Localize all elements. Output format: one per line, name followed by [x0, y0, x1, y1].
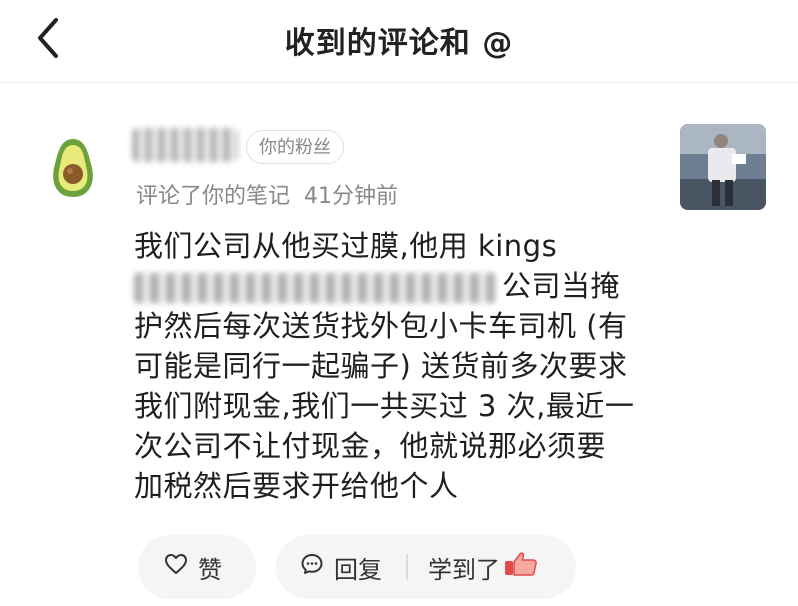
comment-line: 护然后每次送货找外包小卡车司机 (有 [134, 309, 628, 343]
learned-button[interactable]: 学到了 [428, 550, 538, 585]
comment-line: 加税然后要求开给他个人 [134, 469, 459, 503]
learned-label: 学到了 [428, 555, 500, 584]
action-group: 回复 学到了 [276, 535, 576, 599]
timestamp: 41分钟前 [304, 184, 399, 209]
heart-icon [164, 553, 188, 581]
comment-line: 我们公司从他买过膜,他用 kings [134, 229, 558, 263]
thumbs-up-emoji-icon [504, 551, 538, 583]
username-redacted[interactable] [132, 128, 238, 162]
comment-meta: 评论了你的笔记 41分钟前 [136, 178, 398, 210]
note-thumbnail[interactable] [680, 124, 766, 210]
page-title: 收到的评论和 @ [284, 26, 514, 61]
comment-line-text: 公司当掩 [502, 269, 621, 303]
top-nav-bar: 收到的评论和 @ [0, 0, 798, 83]
thumbnail-image [680, 124, 766, 210]
fan-badge: 你的粉丝 [246, 130, 344, 164]
comment-bubble-icon [300, 552, 324, 582]
reply-button[interactable]: 回复 [300, 550, 382, 585]
user-avatar[interactable] [46, 136, 100, 200]
comment-line: 次公司不让付现金，他就说那必须要 [134, 429, 607, 463]
like-button[interactable]: 赞 [138, 535, 256, 599]
like-label: 赞 [198, 555, 222, 584]
comment-body: 我们公司从他买过膜,他用 kings 公司当掩 护然后每次送货找外包小卡车司机 … [134, 226, 654, 506]
comment-line: 公司当掩 [134, 266, 654, 306]
action-text: 评论了你的笔记 [136, 184, 291, 209]
avocado-icon [53, 139, 93, 197]
comment-line: 可能是同行一起骗子) 送货前多次要求 [134, 349, 628, 383]
reply-label: 回复 [334, 555, 382, 584]
redacted-text [134, 273, 496, 303]
comment-line: 我们附现金,我们一共买过 3 次,最近一 [134, 389, 635, 423]
divider [406, 554, 408, 580]
